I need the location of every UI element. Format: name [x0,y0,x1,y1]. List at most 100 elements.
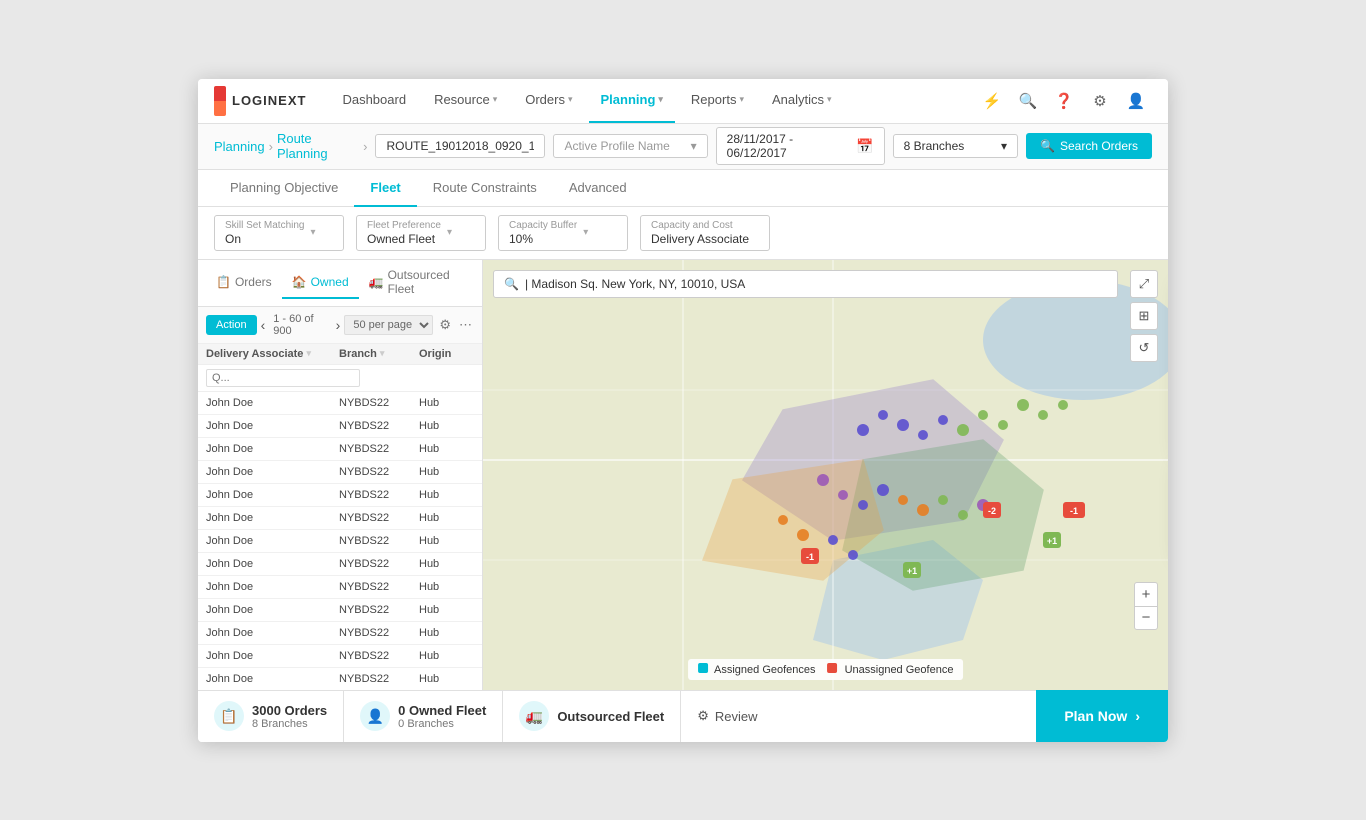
svg-text:+1: +1 [907,566,917,576]
pagination-info: 1 - 60 of 900 [273,313,327,337]
route-id-input[interactable] [375,134,545,158]
plan-now-button[interactable]: Plan Now › [1036,690,1168,742]
table-row[interactable]: John Doe NYBDS22 Hub [198,484,482,507]
table-row[interactable]: John Doe NYBDS22 Hub [198,576,482,599]
profile-select[interactable]: Active Profile Name ▾ [553,134,707,158]
zoom-out-btn[interactable]: − [1134,606,1158,630]
td-origin: Hub [419,397,474,409]
sub-nav: Planning › Route Planning › Active Profi… [198,124,1168,170]
table-row[interactable]: John Doe NYBDS22 Hub [198,415,482,438]
capacity-buffer-label: Capacity Buffer [509,220,577,231]
orders-icon: 📋 [216,275,231,289]
table-row[interactable]: John Doe NYBDS22 Hub [198,438,482,461]
filter-icon: ▾ [306,348,311,359]
logo-mark [214,86,226,116]
expand-map-btn[interactable]: ⤢ [1130,270,1158,298]
table-panel: 📋 Orders 🏠 Owned 🚛 Outsourced Fleet Acti… [198,260,483,690]
tab-planning-objective[interactable]: Planning Objective [214,170,354,207]
td-branch: NYBDS22 [339,512,419,524]
capacity-cost-filter[interactable]: Capacity and Cost Delivery Associate [640,215,770,251]
capacity-buffer-filter[interactable]: Capacity Buffer 10% ▾ [498,215,628,251]
nav-planning[interactable]: Planning ▾ [589,79,675,124]
fleet-pref-value: Owned Fleet [367,232,435,246]
table-controls: Action ‹ 1 - 60 of 900 › 50 per page ⚙ ⋯ [198,307,482,344]
nav-reports[interactable]: Reports ▾ [679,79,756,124]
capacity-cost-label: Capacity and Cost [651,220,749,231]
nav-links: Dashboard Resource ▾ Orders ▾ Planning ▾… [330,79,976,124]
tab-fleet[interactable]: Fleet [354,170,416,207]
td-origin: Hub [419,627,474,639]
settings-icon-btn[interactable]: ⚙ [1084,85,1116,117]
td-origin: Hub [419,466,474,478]
td-associate: John Doe [206,535,339,547]
map-controls: ⤢ ⊞ ↺ [1130,270,1158,362]
nav-orders[interactable]: Orders ▾ [513,79,584,124]
search-icon-btn[interactable]: 🔍 [1012,85,1044,117]
logo-text: LOGINEXT [232,93,306,108]
td-branch: NYBDS22 [339,466,419,478]
map-zoom-controls: + − [1134,582,1158,630]
outsourced-fleet-label: Outsourced Fleet [557,709,664,724]
fleet-pref-filter[interactable]: Fleet Preference Owned Fleet ▾ [356,215,486,251]
svg-text:-1: -1 [1070,506,1078,516]
table-row[interactable]: John Doe NYBDS22 Hub [198,553,482,576]
search-orders-button[interactable]: 🔍 Search Orders [1026,133,1152,159]
sub-tab-owned[interactable]: 🏠 Owned [282,267,359,299]
skill-set-filter[interactable]: Skill Set Matching On ▾ [214,215,344,251]
associate-search-input[interactable] [206,369,360,387]
breadcrumb-route-planning[interactable]: Route Planning [277,131,359,161]
table-row[interactable]: John Doe NYBDS22 Hub [198,599,482,622]
td-associate: John Doe [206,512,339,524]
outsourced-fleet-stat: 🚛 Outsourced Fleet [503,691,681,742]
breadcrumb-planning[interactable]: Planning [214,139,265,154]
prev-page-button[interactable]: ‹ [261,317,266,333]
layers-btn[interactable]: ⊞ [1130,302,1158,330]
sub-tab-orders[interactable]: 📋 Orders [206,267,282,299]
zoom-in-btn[interactable]: + [1134,582,1158,606]
unassigned-legend-item: Unassigned Geofence [828,663,954,676]
orders-count: 3000 Orders [252,703,327,718]
orders-stat-text: 3000 Orders 8 Branches [252,703,327,730]
th-branch: Branch ▾ [339,348,419,360]
table-row[interactable]: John Doe NYBDS22 Hub [198,622,482,645]
app-logo: LOGINEXT [214,86,306,116]
th-associate: Delivery Associate ▾ [206,348,339,360]
td-origin: Hub [419,650,474,662]
td-associate: John Doe [206,420,339,432]
nav-dashboard[interactable]: Dashboard [330,79,418,124]
table-row[interactable]: John Doe NYBDS22 Hub [198,507,482,530]
capacity-buffer-value: 10% [509,232,533,246]
reset-btn[interactable]: ↺ [1130,334,1158,362]
table-row[interactable]: John Doe NYBDS22 Hub [198,392,482,415]
next-page-button[interactable]: › [336,317,341,333]
tab-route-constraints[interactable]: Route Constraints [417,170,553,207]
flash-icon-btn[interactable]: ⚡ [976,85,1008,117]
filter-icon-btn[interactable]: ⚙ [437,315,453,335]
action-button[interactable]: Action [206,315,257,335]
map-search-bar[interactable]: 🔍 | Madison Sq. New York, NY, 10010, USA [493,270,1118,298]
nav-resource[interactable]: Resource ▾ [422,79,509,124]
svg-text:-2: -2 [988,506,996,516]
tab-advanced[interactable]: Advanced [553,170,643,207]
app-container: LOGINEXT Dashboard Resource ▾ Orders ▾ P… [198,79,1168,742]
owned-fleet-icon: 👤 [360,701,390,731]
table-row[interactable]: John Doe NYBDS22 Hub [198,461,482,484]
table-row[interactable]: John Doe NYBDS22 Hub [198,645,482,668]
th-origin: Origin [419,348,474,360]
more-options-btn[interactable]: ⋯ [457,315,474,335]
user-icon-btn[interactable]: 👤 [1120,85,1152,117]
table-row[interactable]: John Doe NYBDS22 Hub [198,530,482,553]
branches-select[interactable]: 8 Branches ▾ [893,134,1018,158]
help-icon-btn[interactable]: ❓ [1048,85,1080,117]
table-row[interactable]: John Doe NYBDS22 Hub [198,668,482,690]
sub-tab-outsourced[interactable]: 🚛 Outsourced Fleet [359,260,474,306]
skill-set-label: Skill Set Matching [225,220,304,231]
td-origin: Hub [419,673,474,685]
td-associate: John Doe [206,397,339,409]
filter-row: Skill Set Matching On ▾ Fleet Preference… [198,207,1168,260]
nav-analytics[interactable]: Analytics ▾ [760,79,844,124]
date-range-picker[interactable]: 28/11/2017 - 06/12/2017 📅 [716,127,885,165]
chevron-down-icon: ▾ [827,94,832,105]
filter-icon: ▾ [380,348,385,359]
per-page-select[interactable]: 50 per page [344,315,433,335]
